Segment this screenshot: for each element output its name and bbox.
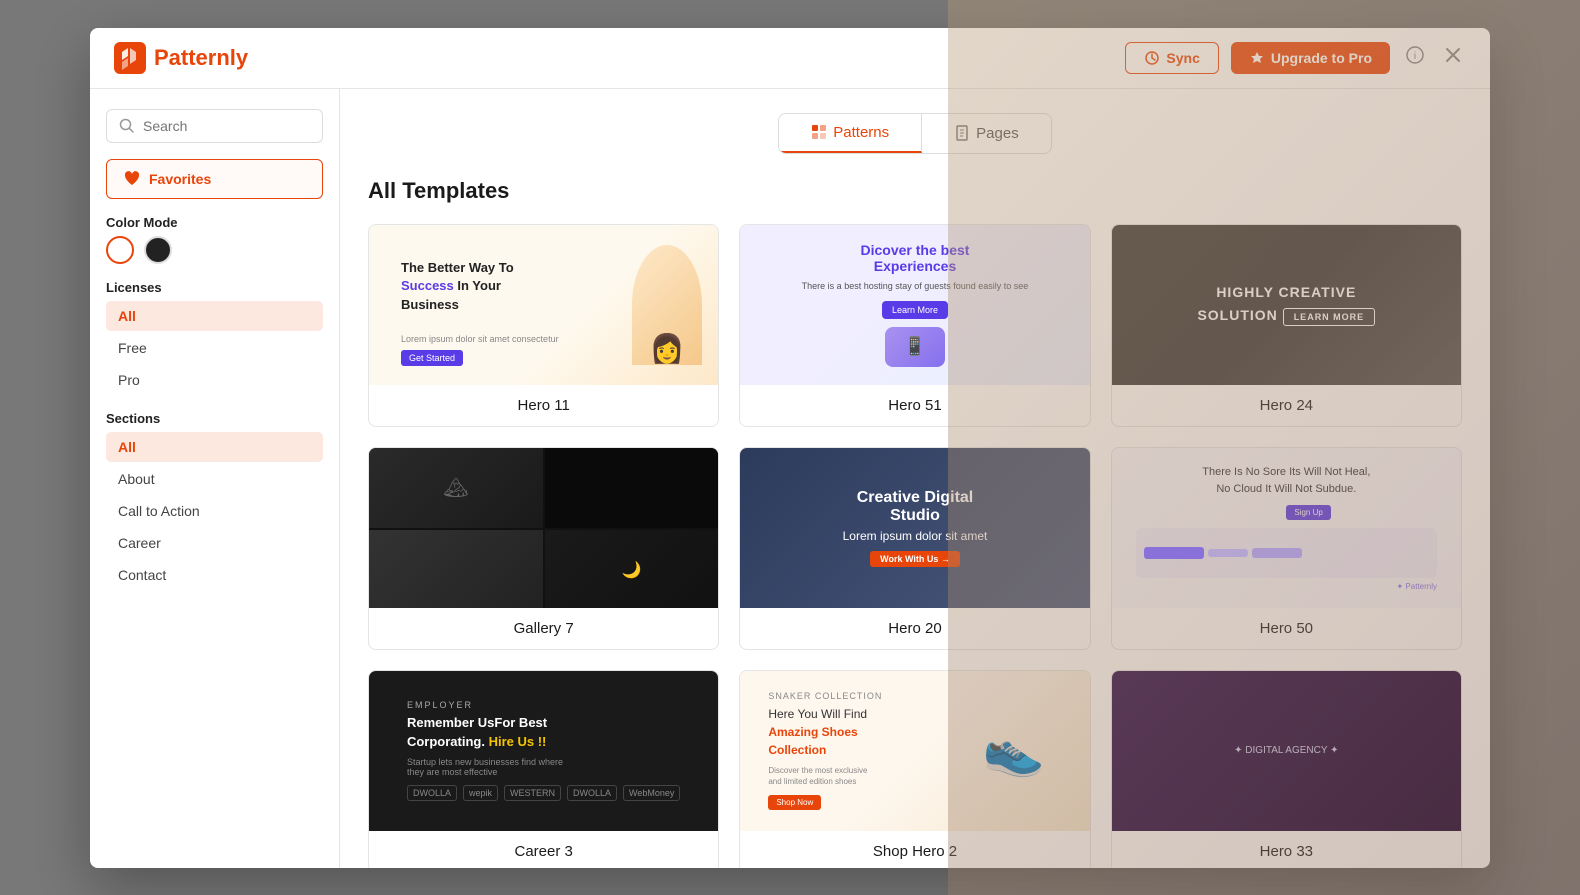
modal-body: Favorites Color Mode Licenses All Free (90, 89, 1490, 868)
main-content: Patterns Pages All Templates (340, 89, 1490, 868)
tab-patterns[interactable]: Patterns (779, 114, 922, 153)
search-icon (119, 118, 135, 134)
license-pro[interactable]: Pro (106, 365, 323, 395)
dark-mode-button[interactable] (144, 236, 172, 264)
license-all[interactable]: All (106, 301, 323, 331)
license-list: All Free Pro (106, 301, 323, 395)
color-mode-label: Color Mode (106, 215, 323, 230)
patternly-logo-icon (114, 42, 146, 74)
licenses-section: Licenses All Free Pro (106, 280, 323, 395)
template-name: Gallery 7 (369, 608, 718, 649)
modal: Patternly Sync Upgrade to Pro (90, 28, 1490, 868)
patterns-icon (811, 124, 827, 140)
sidebar: Favorites Color Mode Licenses All Free (90, 89, 340, 868)
search-input[interactable] (143, 118, 310, 134)
template-card[interactable]: HIGHLY CREATIVESOLUTION Learn More Hero … (1111, 224, 1462, 427)
section-list: All About Call to Action Career Contact (106, 432, 323, 590)
template-thumb: The Better Way ToSuccess In YourBusiness… (369, 225, 718, 385)
template-thumb: EMPLOYER Remember UsFor BestCorporating.… (369, 671, 718, 831)
template-thumb: HIGHLY CREATIVESOLUTION Learn More (1112, 225, 1461, 385)
color-mode-section: Color Mode (106, 215, 323, 264)
section-all[interactable]: All (106, 432, 323, 462)
heart-icon (123, 170, 141, 188)
favorites-label: Favorites (149, 171, 211, 187)
section-contact[interactable]: Contact (106, 560, 323, 590)
search-box[interactable] (106, 109, 323, 143)
sections-filter: Sections All About Call to Action Career… (106, 411, 323, 590)
section-cta[interactable]: Call to Action (106, 496, 323, 526)
light-mode-button[interactable] (106, 236, 134, 264)
template-card[interactable]: EMPLOYER Remember UsFor BestCorporating.… (368, 670, 719, 868)
template-card[interactable]: The Better Way ToSuccess In YourBusiness… (368, 224, 719, 427)
license-free[interactable]: Free (106, 333, 323, 363)
modal-overlay: Patternly Sync Upgrade to Pro (0, 0, 1580, 895)
logo-area: Patternly (114, 42, 248, 74)
favorites-button[interactable]: Favorites (106, 159, 323, 199)
template-name: Career 3 (369, 831, 718, 868)
template-thumb: 🏔 🌙 (369, 448, 718, 608)
tab-patterns-label: Patterns (833, 124, 889, 141)
section-about[interactable]: About (106, 464, 323, 494)
logo-text: Patternly (154, 45, 248, 71)
licenses-label: Licenses (106, 280, 323, 295)
color-mode-row (106, 236, 323, 264)
templates-grid: The Better Way ToSuccess In YourBusiness… (368, 224, 1462, 868)
template-name: Hero 11 (369, 385, 718, 426)
section-career[interactable]: Career (106, 528, 323, 558)
template-card[interactable]: 🏔 🌙 Gallery 7 (368, 447, 719, 650)
sections-label: Sections (106, 411, 323, 426)
